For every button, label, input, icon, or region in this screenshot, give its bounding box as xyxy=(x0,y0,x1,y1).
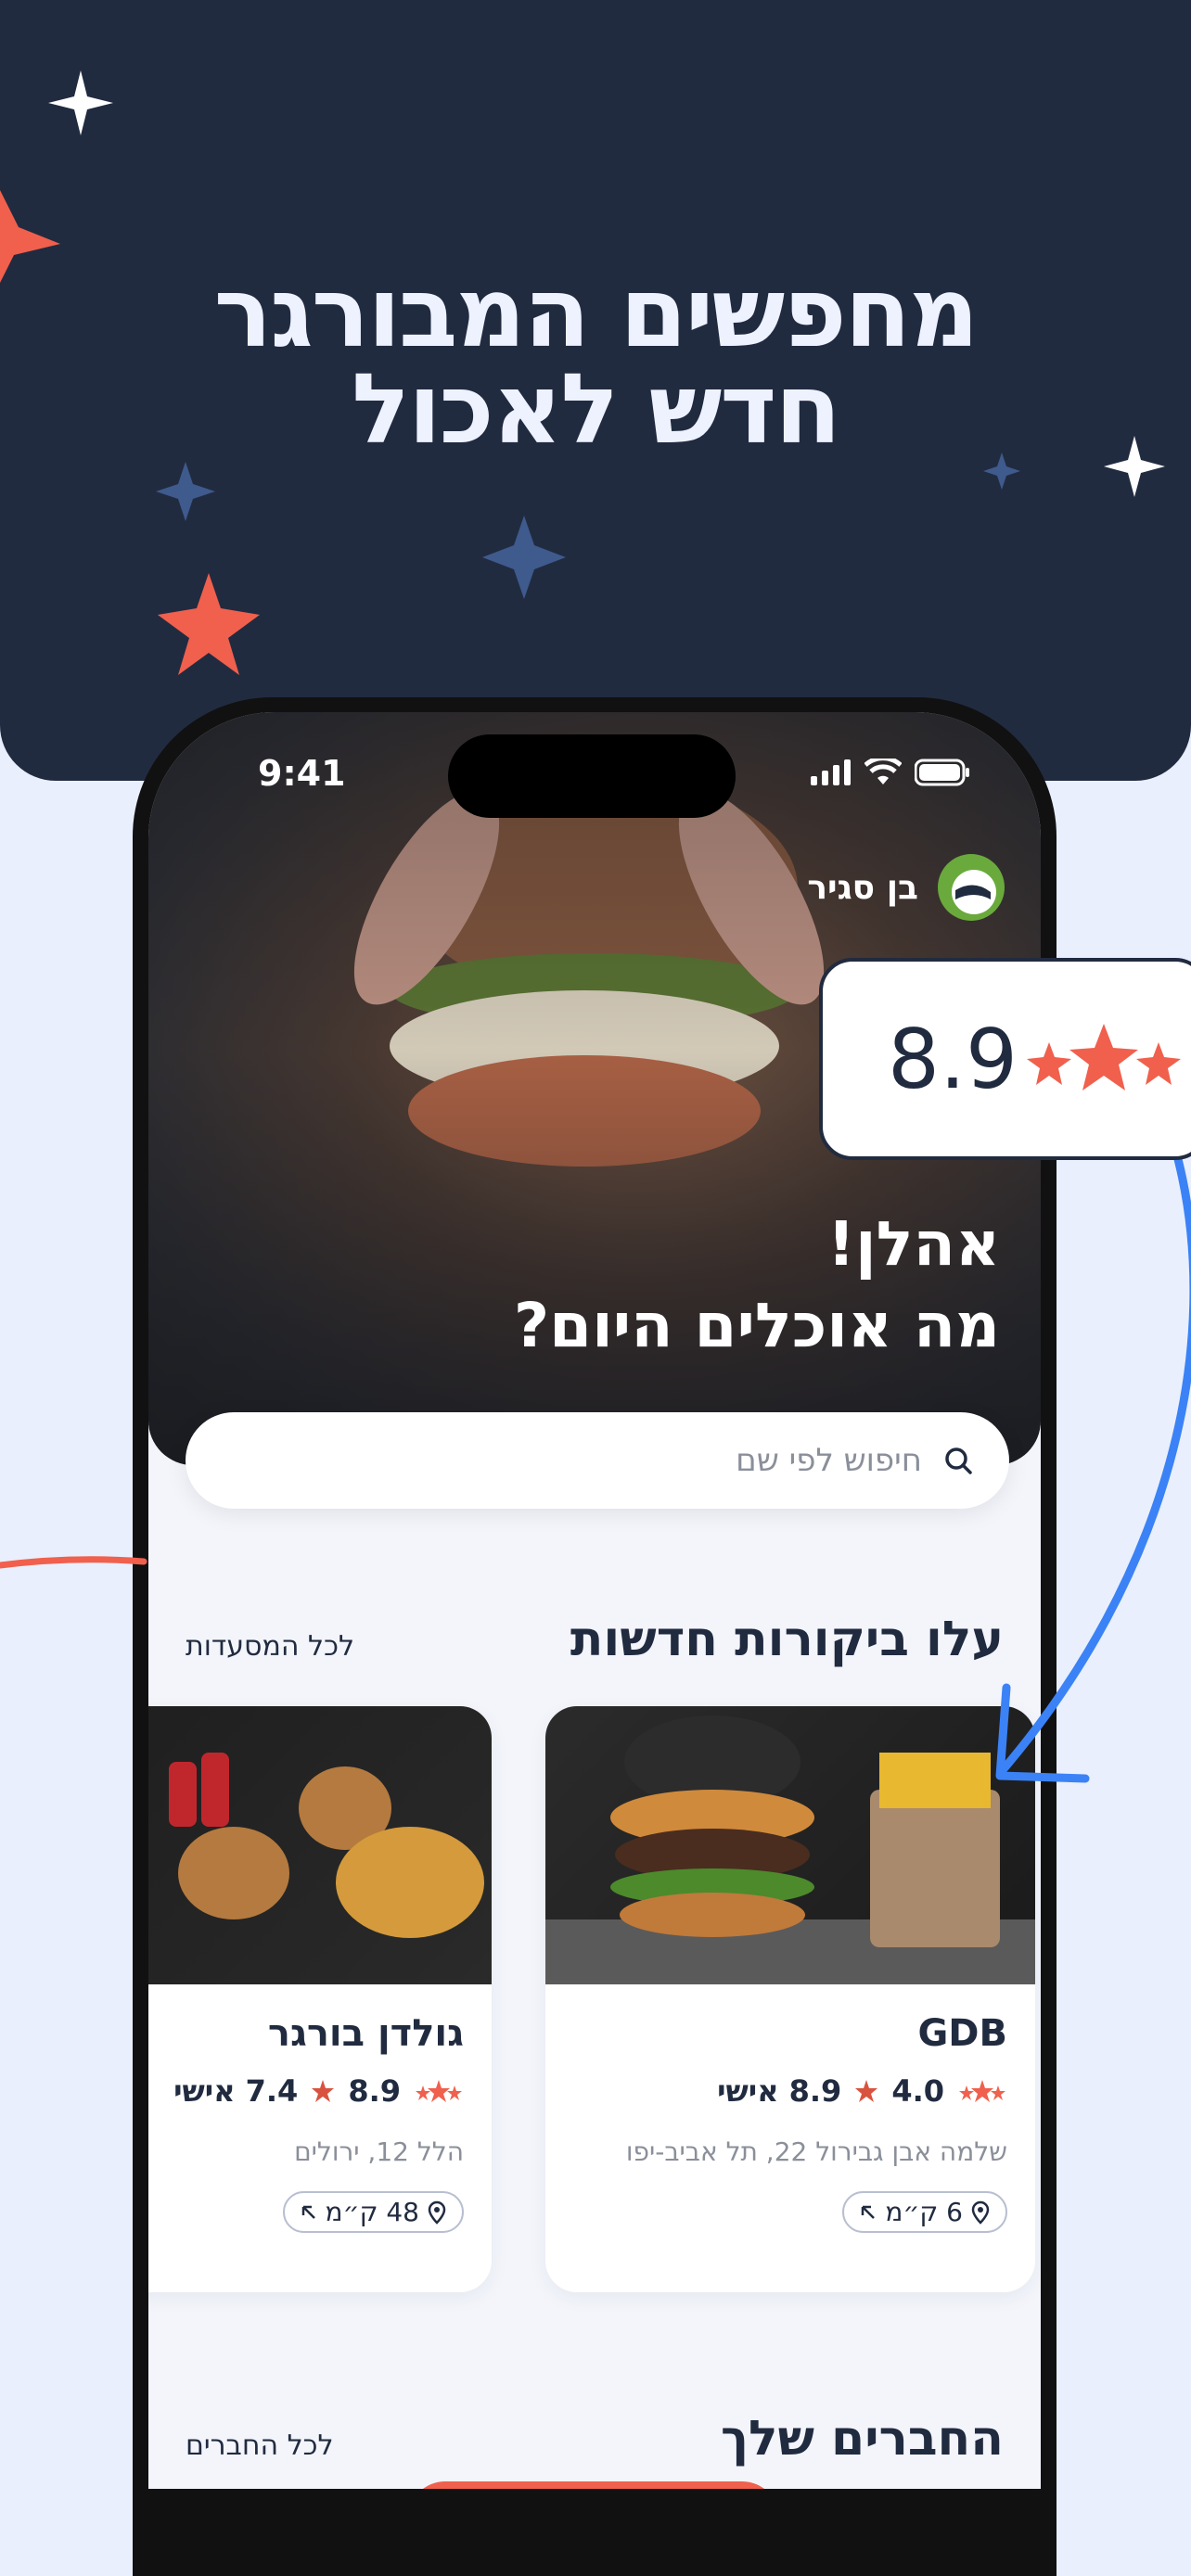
burger-photo xyxy=(545,1715,1035,1984)
restaurant-card[interactable]: GDB 4.0 8.9 אישי שלמה אבן גבירול 22, תל … xyxy=(545,1706,1035,2292)
distance-badge: 48 ק״מ xyxy=(282,2191,464,2233)
decorative-line xyxy=(0,1556,147,1569)
personal-rating: 8.9 אישי xyxy=(717,2073,842,2109)
reviews-section-header: עלו ביקורות חדשות לכל המסעדות xyxy=(186,1612,1004,1667)
greeting: אהלן! מה אוכלים היום? xyxy=(514,1204,1000,1367)
star-icon xyxy=(158,573,260,675)
restaurant-name: גולדן בורגר xyxy=(267,2012,464,2055)
user-profile[interactable]: בן סגיר xyxy=(807,853,1005,922)
burger-photo xyxy=(169,1753,484,1938)
status-icons xyxy=(811,759,970,786)
search-input[interactable]: חיפוש לפי שם xyxy=(186,1412,1009,1509)
avatar xyxy=(938,854,1005,921)
stars-icon xyxy=(416,2080,462,2102)
distance: 48 ק״מ xyxy=(325,2197,419,2227)
restaurant-rating: 4.0 xyxy=(891,2073,944,2109)
friends-section-header: החברים שלך לכל החברים xyxy=(186,2411,1004,2467)
star-icon xyxy=(312,2080,335,2102)
headline-line-2: חדש לאכול xyxy=(352,352,841,465)
hero-banner: מחפשים המבורגר חדש לאכול xyxy=(0,0,1191,781)
restaurant-name: GDB xyxy=(917,2012,1007,2055)
headline-line-1: מחפשים המבורגר xyxy=(213,256,980,369)
location-pin-icon xyxy=(428,2200,446,2225)
friend-chip xyxy=(408,2481,779,2489)
star-icon xyxy=(855,2080,878,2102)
see-all-friends-link[interactable]: לכל החברים xyxy=(186,2429,334,2462)
location-pin-icon xyxy=(971,2200,990,2225)
arrow-icon xyxy=(995,1159,1191,1783)
star-icon xyxy=(482,516,566,599)
greeting-line-1: אהלן! xyxy=(826,1208,1000,1280)
rating-row: 4.0 8.9 אישי xyxy=(573,2073,1007,2109)
stars-icon xyxy=(959,2080,1005,2102)
star-icon xyxy=(983,453,1020,490)
rating-callout: 8.9 xyxy=(819,958,1191,1160)
battery-icon xyxy=(915,759,969,786)
user-name: בן סגיר xyxy=(807,868,918,907)
friends-section-title: החברים שלך xyxy=(720,2411,1004,2467)
sparkle-icon xyxy=(48,70,113,135)
see-all-restaurants-link[interactable]: לכל המסעדות xyxy=(186,1630,354,1663)
restaurant-address: שלמה אבן גבירול 22, תל אביב-יפו xyxy=(625,2136,1007,2167)
wifi-icon xyxy=(864,759,902,784)
hero-headline: מחפשים המבורגר חדש לאכול xyxy=(0,264,1191,457)
arrow-up-left-icon xyxy=(301,2205,315,2219)
status-time: 9:41 xyxy=(258,753,346,794)
dynamic-island xyxy=(448,734,736,818)
restaurant-rating: 8.9 xyxy=(348,2073,401,2109)
restaurant-card[interactable]: גולדן בורגר 8.9 7.4 אישי הלל 12, ירולים … xyxy=(148,1706,492,2292)
distance-badge: 6 ק״מ xyxy=(842,2191,1007,2233)
stars-icon xyxy=(1026,1024,1181,1090)
rating-callout-value: 8.9 xyxy=(888,1011,1018,1107)
restaurant-image xyxy=(545,1706,1035,1984)
restaurant-address: הלל 12, ירולים xyxy=(294,2136,464,2167)
reviews-section-title: עלו ביקורות חדשות xyxy=(570,1612,1004,1667)
greeting-line-2: מה אוכלים היום? xyxy=(513,1290,1000,1361)
arrow-up-left-icon xyxy=(862,2205,876,2219)
signal-icon xyxy=(811,759,851,785)
star-icon xyxy=(156,462,215,521)
search-placeholder: חיפוש לפי שם xyxy=(736,1442,922,1479)
search-icon xyxy=(945,1447,972,1474)
personal-rating: 7.4 אישי xyxy=(173,2073,299,2109)
restaurant-image xyxy=(148,1706,492,1984)
rating-row: 8.9 7.4 אישי xyxy=(148,2073,464,2109)
distance: 6 ק״מ xyxy=(885,2197,963,2227)
